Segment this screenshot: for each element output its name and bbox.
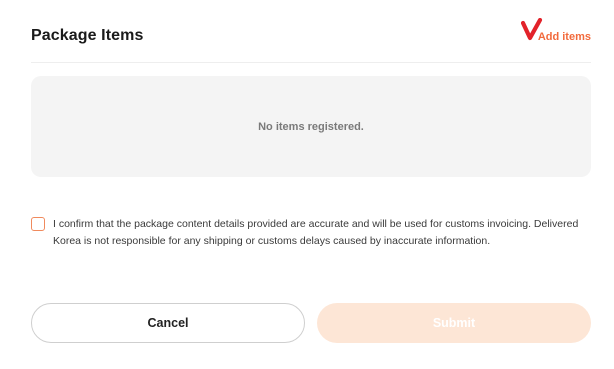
confirm-checkbox[interactable] xyxy=(31,217,45,231)
add-items-label: Add items xyxy=(537,31,591,43)
panel-header: Package Items Add items xyxy=(31,0,591,63)
empty-state-message: No items registered. xyxy=(258,120,364,133)
page-title: Package Items xyxy=(31,27,144,44)
package-items-panel: Package Items Add items No items registe… xyxy=(0,0,614,369)
confirmation-text: I confirm that the package content detai… xyxy=(53,218,579,247)
add-items-button[interactable]: Add items xyxy=(521,18,591,46)
submit-button[interactable]: Submit xyxy=(317,303,591,343)
cancel-button[interactable]: Cancel xyxy=(31,303,305,343)
items-empty-state: No items registered. xyxy=(31,76,591,177)
